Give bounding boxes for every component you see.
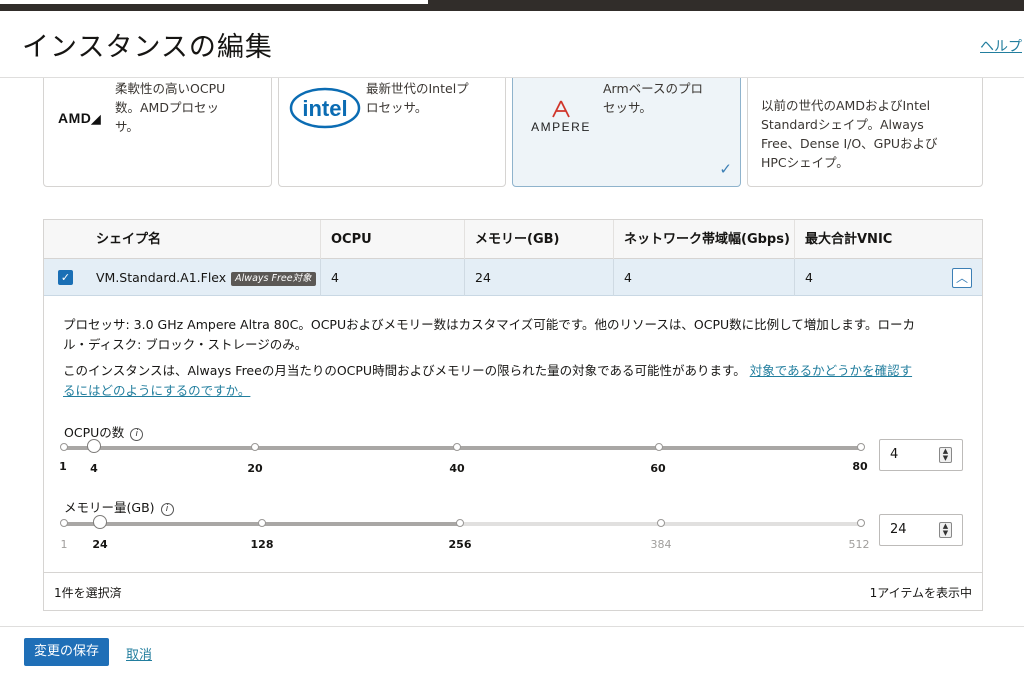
info-icon[interactable]: i bbox=[160, 503, 174, 516]
cell-ocpu: 4 bbox=[320, 259, 464, 296]
shape-series-card-ampere[interactable]: – AMPERE Armベースのプロ セッサ。 ✓ bbox=[512, 78, 741, 187]
memory-slider-label: メモリー量(GB) i bbox=[64, 497, 174, 516]
table-footer: 1件を選択済 1アイテムを表示中 bbox=[44, 573, 982, 610]
browser-top-bar bbox=[0, 0, 1024, 11]
memory-tick-label: 256 bbox=[448, 538, 472, 551]
selected-count: 1件を選択済 bbox=[54, 586, 122, 600]
column-header-memory[interactable]: メモリー(GB) bbox=[464, 220, 613, 259]
help-link[interactable]: ヘルプ bbox=[980, 36, 1022, 56]
ocpu-tick-label: 20 bbox=[247, 462, 263, 475]
svg-text:AMPERE: AMPERE bbox=[531, 120, 591, 134]
memory-tick-label: 512 bbox=[848, 538, 870, 551]
ocpu-tick-label: 60 bbox=[650, 462, 666, 475]
row-checkbox[interactable]: ✓ bbox=[58, 270, 73, 285]
spinner-arrows-icon[interactable]: ▲ ▼ bbox=[939, 522, 952, 538]
ocpu-tick-label: 4 bbox=[90, 462, 98, 475]
page-title: インスタンスの編集 bbox=[22, 32, 273, 63]
memory-tick-label: 128 bbox=[250, 538, 274, 551]
card-description: 最新世代のIntelプ ロセッサ。 bbox=[366, 81, 469, 115]
column-header-shape[interactable]: シェイプ名 bbox=[86, 220, 320, 259]
ocpu-min-label: 1 bbox=[59, 460, 67, 473]
eligibility-link[interactable]: 対象であるかどうかを確認す bbox=[750, 363, 912, 378]
ampere-logo: AMPERE bbox=[531, 100, 591, 134]
card-description: 以前の世代のAMDおよびIntel Standardシェイプ。Always Fr… bbox=[761, 98, 938, 170]
memory-slider-thumb[interactable] bbox=[93, 515, 107, 529]
shape-series-card-specialty[interactable]: 以前の世代のAMDおよびIntel Standardシェイプ。Always Fr… bbox=[747, 78, 983, 187]
spinner-arrows-icon[interactable]: ▲ ▼ bbox=[939, 447, 952, 463]
column-header-bandwidth[interactable]: ネットワーク帯域幅(Gbps) bbox=[613, 220, 794, 259]
save-changes-button[interactable]: 変更の保存 bbox=[24, 638, 109, 666]
page-header: インスタンスの編集 ヘルプ bbox=[0, 11, 1024, 78]
shape-series-card-amd[interactable]: AMD◢ 柔軟性の高いOCPU 数。AMDプロセッ サ。 bbox=[43, 78, 272, 187]
shapes-table: シェイプ名 OCPU メモリー(GB) ネットワーク帯域幅(Gbps) 最大合計… bbox=[43, 219, 983, 611]
action-footer: 変更の保存 取消 bbox=[0, 626, 1024, 680]
info-icon[interactable]: i bbox=[130, 428, 144, 441]
check-icon: ✓ bbox=[719, 160, 732, 178]
memory-tick-label: 24 bbox=[92, 538, 108, 551]
card-description: Armベースのプロ セッサ。 bbox=[603, 81, 704, 115]
ocpu-tick-label: 40 bbox=[449, 462, 465, 475]
memory-tick-label: 384 bbox=[650, 538, 672, 551]
ocpu-count-value: 4 bbox=[890, 447, 899, 462]
card-description: 柔軟性の高いOCPU 数。AMDプロセッ サ。 bbox=[115, 81, 226, 134]
shape-series-card-intel[interactable]: intel 最新世代のIntelプ ロセッサ。 bbox=[278, 78, 506, 187]
column-header-vnic[interactable]: 最大合計VNIC bbox=[794, 220, 982, 259]
eligibility-link-cont[interactable]: るにはどのようにするのですか。 bbox=[63, 383, 250, 398]
ocpu-count-input[interactable]: 4 ▲ ▼ bbox=[879, 439, 963, 471]
memory-amount-value: 24 bbox=[890, 522, 907, 537]
svg-text:intel: intel bbox=[302, 96, 347, 121]
column-header-ocpu[interactable]: OCPU bbox=[320, 220, 464, 259]
cell-bandwidth: 4 bbox=[613, 259, 794, 296]
row-detail-panel: プロセッサ: 3.0 GHz Ampere Altra 80C。OCPUおよびメ… bbox=[44, 296, 982, 573]
cell-shape: VM.Standard.A1.Flex Always Free対象 bbox=[86, 259, 320, 296]
ocpu-tick-label: 80 bbox=[852, 460, 868, 473]
ocpu-slider-label: OCPUの数 i bbox=[64, 422, 144, 441]
processor-description: プロセッサ: 3.0 GHz Ampere Altra 80C。OCPUおよびメ… bbox=[63, 317, 916, 352]
table-row[interactable]: ✓ VM.Standard.A1.Flex Always Free対象 4 24 … bbox=[44, 259, 982, 296]
intel-logo: intel bbox=[289, 87, 361, 129]
memory-slider[interactable] bbox=[60, 515, 865, 529]
memory-min-label: 1 bbox=[60, 538, 68, 551]
browser-tab-edge bbox=[0, 0, 428, 4]
table-header: シェイプ名 OCPU メモリー(GB) ネットワーク帯域幅(Gbps) 最大合計… bbox=[44, 220, 982, 259]
collapse-row-button[interactable]: ︿ bbox=[952, 268, 972, 288]
shape-name: VM.Standard.A1.Flex bbox=[96, 270, 227, 285]
ocpu-slider-fill bbox=[64, 446, 862, 450]
chevron-up-icon: ︿ bbox=[955, 271, 968, 285]
amd-logo: AMD◢ bbox=[58, 110, 102, 126]
ocpu-slider[interactable] bbox=[60, 439, 865, 453]
always-free-badge: Always Free対象 bbox=[231, 272, 316, 286]
items-shown-count: 1アイテムを表示中 bbox=[869, 586, 972, 600]
cancel-link[interactable]: 取消 bbox=[126, 644, 152, 663]
cell-memory: 24 bbox=[464, 259, 613, 296]
always-free-note: このインスタンスは、Always Freeの月当たりのOCPU時間およびメモリー… bbox=[63, 363, 913, 398]
content-scroll-area[interactable]: AMD◢ 柔軟性の高いOCPU 数。AMDプロセッ サ。 intel 最新世代の… bbox=[0, 78, 1024, 626]
memory-amount-input[interactable]: 24 ▲ ▼ bbox=[879, 514, 963, 546]
ocpu-slider-thumb[interactable] bbox=[87, 439, 101, 453]
